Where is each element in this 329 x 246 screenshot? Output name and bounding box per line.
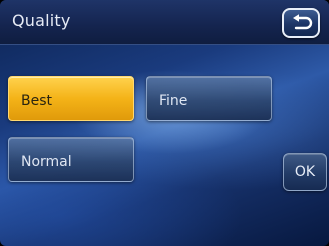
- option-fine-button[interactable]: Fine: [146, 76, 272, 121]
- quality-screen: Quality Best Fine Normal OK: [0, 0, 329, 246]
- option-normal-label: Normal: [21, 154, 72, 170]
- option-fine-label: Fine: [159, 93, 188, 109]
- ok-button[interactable]: OK: [283, 153, 327, 191]
- option-best-label: Best: [21, 93, 53, 109]
- ok-label: OK: [294, 164, 316, 180]
- back-arrow-icon: [293, 14, 313, 30]
- page-title: Quality: [12, 11, 71, 30]
- option-normal-button[interactable]: Normal: [8, 137, 134, 182]
- option-best-button[interactable]: Best: [8, 76, 134, 121]
- title-bar: Quality: [0, 0, 329, 45]
- back-button[interactable]: [282, 8, 320, 38]
